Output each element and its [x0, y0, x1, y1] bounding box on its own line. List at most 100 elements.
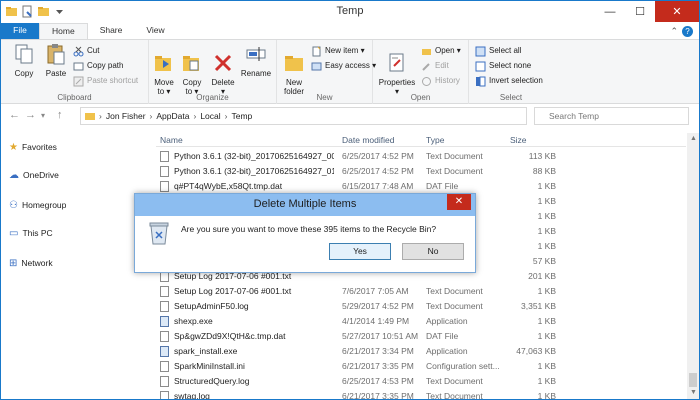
easy-access-button[interactable]: Easy access ▾ — [311, 59, 376, 73]
table-row[interactable]: SetupAdminF50.log 5/29/2017 4:52 PM Text D… — [156, 299, 686, 313]
breadcrumb-appdata[interactable]: AppData — [156, 111, 189, 121]
file-type: Text Document — [426, 286, 483, 296]
breadcrumb-local[interactable]: Local — [200, 111, 220, 121]
close-button[interactable]: ✕ — [655, 1, 699, 22]
document-file-icon — [160, 166, 169, 177]
open-group: Properties ▾ Open ▾ Edit History Open — [373, 40, 469, 104]
scroll-down-icon[interactable]: ▼ — [690, 389, 697, 396]
table-row[interactable]: Sp&gwZDd9X!QtH&c.tmp.dat 5/27/2017 10:51 … — [156, 329, 686, 343]
tab-home[interactable]: Home — [39, 23, 88, 39]
select-none-button[interactable]: Select none — [475, 59, 531, 73]
file-type: Application — [426, 346, 468, 356]
new-item-button[interactable]: New item ▾ — [311, 44, 365, 58]
file-date: 6/21/2017 3:35 PM — [342, 391, 414, 400]
minimize-button[interactable]: — — [595, 1, 625, 22]
file-size: 1 KB — [537, 196, 556, 206]
select-all-button[interactable]: Select all — [475, 44, 521, 58]
file-size: 1 KB — [537, 241, 556, 251]
file-size: 88 KB — [532, 166, 556, 176]
scroll-up-icon[interactable]: ▲ — [690, 135, 697, 142]
select-group: Select all Select none Invert selection … — [469, 40, 553, 104]
breadcrumb-temp[interactable]: Temp — [231, 111, 252, 121]
nav-favorites[interactable]: ★ Favorites — [9, 140, 57, 154]
file-size: 113 KB — [528, 151, 556, 161]
paste-shortcut-button[interactable]: Paste shortcut — [73, 74, 138, 88]
cut-button[interactable]: Cut — [73, 44, 99, 58]
column-name[interactable]: Name — [160, 135, 183, 145]
open-icon — [422, 48, 431, 55]
file-name: swtag.log — [174, 391, 210, 400]
table-row[interactable]: spark_install.exe 6/21/2017 3:34 PM Applic… — [156, 344, 686, 358]
vertical-scrollbar[interactable]: ▲ ▼ — [687, 133, 699, 399]
open-button[interactable]: Open ▾ — [421, 44, 461, 58]
table-row[interactable]: SparkMiniInstall.ini 6/21/2017 3:35 PM Con… — [156, 359, 686, 373]
recent-locations-button[interactable]: ▾ — [41, 111, 45, 120]
forward-button[interactable]: → — [25, 109, 36, 121]
tab-file[interactable]: File — [1, 23, 39, 39]
dialog-close-button[interactable]: ✕ — [447, 194, 471, 210]
no-button[interactable]: No — [402, 243, 464, 260]
table-row[interactable]: shexp.exe 4/1/2014 1:49 PM Application 1 KB — [156, 314, 686, 328]
select-all-label: Select all — [489, 46, 522, 55]
file-date: 6/25/2017 4:53 PM — [342, 376, 414, 386]
help-icon[interactable]: ? — [682, 25, 693, 37]
up-button[interactable]: ↑ — [57, 109, 63, 121]
document-file-icon — [160, 301, 169, 312]
file-name: StructuredQuery.log — [174, 376, 250, 386]
tab-share[interactable]: Share — [88, 23, 135, 39]
maximize-button[interactable]: ☐ — [625, 1, 655, 22]
table-row[interactable]: swtag.log 6/21/2017 3:35 PM Text Document 1… — [156, 389, 686, 400]
clipboard-group-label: Clipboard — [57, 93, 92, 102]
paste-button[interactable]: Paste — [41, 43, 71, 78]
dialog-message: Are you sure you want to move these 395 … — [181, 224, 437, 234]
nav-thispc-label: This PC — [22, 228, 53, 238]
select-none-label: Select none — [489, 61, 532, 70]
edit-button[interactable]: Edit — [421, 59, 449, 73]
nav-network[interactable]: ⊞ Network — [9, 256, 53, 270]
yes-button[interactable]: Yes — [329, 243, 391, 260]
copy-to-icon — [183, 56, 199, 71]
rename-button[interactable]: Rename — [239, 43, 273, 78]
delete-dialog: Delete Multiple Items ✕ Are you sure you… — [134, 193, 476, 273]
scroll-thumb[interactable] — [689, 373, 697, 387]
select-all-icon — [475, 46, 486, 56]
document-file-icon — [160, 151, 169, 162]
file-size: 1 KB — [537, 316, 556, 326]
file-date: 6/21/2017 3:35 PM — [342, 361, 414, 371]
table-row[interactable]: Python 3.6.1 (32-bit)_20170625164927_01.… — [156, 164, 686, 178]
open-label: Open ▾ — [435, 46, 461, 55]
collapse-ribbon-icon[interactable]: ⌃ — [670, 26, 678, 37]
file-name: spark_install.exe — [174, 346, 238, 356]
search-input[interactable]: Search Temp — [534, 107, 689, 125]
rename-icon — [246, 47, 266, 61]
homegroup-icon: ⚇ — [9, 199, 18, 211]
copy-path-button[interactable]: Copy path — [73, 59, 123, 73]
history-button[interactable]: History — [421, 74, 460, 88]
file-name: Python 3.6.1 (32-bit)_20170625164927_01.… — [174, 166, 334, 176]
file-size: 201 KB — [528, 271, 556, 281]
address-bar[interactable]: › Jon Fisher › AppData › Local › Temp — [80, 107, 527, 125]
nav-thispc[interactable]: ▭ This PC — [9, 226, 53, 240]
ribbon-tabs: File Home Share View ⌃ ? — [1, 23, 699, 39]
column-date[interactable]: Date modified — [342, 135, 394, 145]
table-row[interactable]: Setup Log 2017-07-06 #001.txt 7/6/2017 7:… — [156, 284, 686, 298]
file-type: DAT File — [426, 331, 459, 341]
nav-homegroup[interactable]: ⚇ Homegroup — [9, 198, 66, 212]
file-date: 6/25/2017 4:52 PM — [342, 166, 414, 176]
invert-selection-button[interactable]: Invert selection — [475, 74, 543, 88]
tab-view[interactable]: View — [134, 23, 176, 39]
address-row: ← → ▾ ↑ › Jon Fisher › AppData › Local ›… — [1, 105, 699, 127]
column-type[interactable]: Type — [426, 135, 444, 145]
file-name: Python 3.6.1 (32-bit)_20170625164927_00.… — [174, 151, 334, 161]
nav-onedrive[interactable]: ☁ OneDrive — [9, 168, 59, 182]
back-button[interactable]: ← — [9, 109, 20, 121]
breadcrumb-user[interactable]: Jon Fisher — [106, 111, 146, 121]
table-row[interactable]: Python 3.6.1 (32-bit)_20170625164927_00.… — [156, 149, 686, 163]
folder-icon — [85, 113, 95, 120]
new-group: New folder New item ▾ Easy access ▾ New — [277, 40, 376, 104]
copy-button[interactable]: Copy — [9, 43, 39, 78]
table-row[interactable]: StructuredQuery.log 6/25/2017 4:53 PM Text… — [156, 374, 686, 388]
column-size[interactable]: Size — [510, 135, 527, 145]
table-row[interactable]: q#PT4qWybE,x58Qt.tmp.dat 6/15/2017 7:48 A… — [156, 179, 686, 193]
computer-icon: ▭ — [9, 227, 19, 239]
